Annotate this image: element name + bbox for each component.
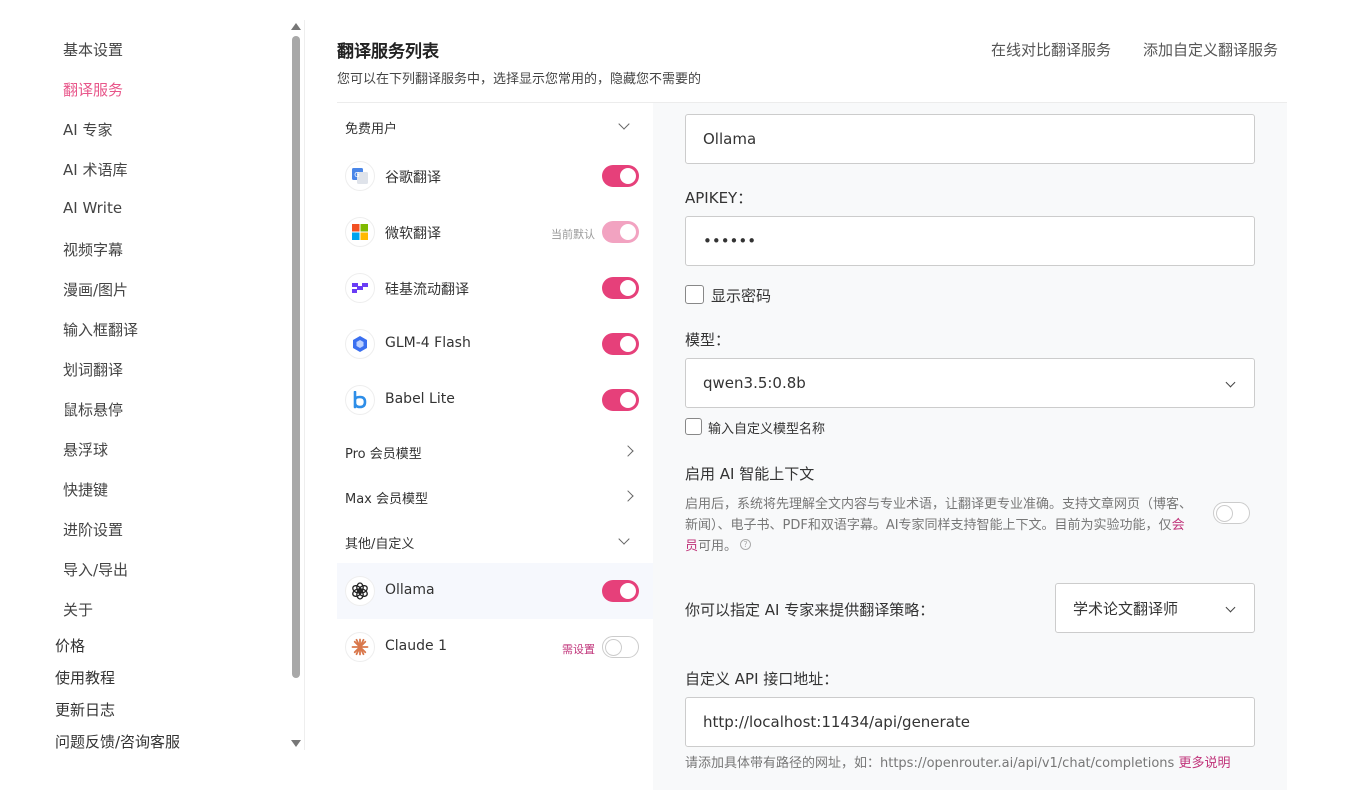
api-url-hint-text: 请添加具体带有路径的网址，如：https://openrouter.ai/api… — [685, 756, 1175, 771]
svg-text:G: G — [354, 171, 359, 179]
service-row-babel[interactable]: Babel Lite — [337, 372, 653, 428]
expert-select[interactable]: 学术论文翻译师 — [1055, 583, 1255, 633]
ai-context-title: 启用 AI 智能上下文 — [685, 465, 815, 483]
more-info-link[interactable]: 更多说明 — [1178, 756, 1230, 771]
api-url-hint: 请添加具体带有路径的网址，如：https://openrouter.ai/api… — [685, 752, 1230, 771]
chevron-right-icon[interactable] — [622, 445, 634, 457]
apikey-input[interactable]: •••••• — [685, 216, 1255, 266]
chevron-down-icon[interactable] — [618, 533, 630, 545]
service-name: Babel Lite — [385, 391, 455, 407]
sidebar-item-ai-glossary[interactable]: AI 术语库 — [63, 159, 127, 180]
sidebar-item-feedback[interactable]: 问题反馈/咨询客服 — [55, 731, 180, 752]
needs-setup-badge[interactable]: 需设置 — [562, 641, 595, 657]
babel-icon — [345, 385, 375, 415]
service-row-google[interactable]: G 谷歌翻译 — [337, 148, 653, 204]
sidebar-item-manga-images[interactable]: 漫画/图片 — [63, 279, 128, 300]
sidebar-item-translation-services[interactable]: 翻译服务 — [63, 79, 123, 100]
sidebar-item-mouse-hover[interactable]: 鼠标悬停 — [63, 399, 123, 420]
service-row-siliconflow[interactable]: 硅基流动翻译 — [337, 260, 653, 316]
sidebar-divider — [304, 20, 305, 750]
sidebar-item-pricing[interactable]: 价格 — [55, 635, 85, 656]
claude-icon — [345, 632, 375, 662]
microsoft-icon — [345, 217, 375, 247]
ai-context-text: 启用后，系统将先理解全文内容与专业术语，让翻译更专业准确。支持文章网页（博客、新… — [685, 497, 1193, 533]
service-toggle[interactable] — [602, 580, 639, 602]
sidebar-item-ai-write[interactable]: AI Write — [63, 199, 122, 217]
sidebar-item-changelog[interactable]: 更新日志 — [55, 699, 115, 720]
scrollbar-thumb[interactable] — [292, 36, 300, 678]
group-max-label[interactable]: Max 会员模型 — [345, 488, 428, 507]
ai-context-tail: 可用。 — [698, 539, 738, 554]
sidebar-item-ai-expert[interactable]: AI 专家 — [63, 119, 112, 140]
service-name-input[interactable]: Ollama — [685, 114, 1255, 164]
model-value: qwen3.5:0.8b — [703, 374, 806, 392]
service-name: Claude 1 — [385, 638, 447, 654]
api-url-input[interactable]: http://localhost:11434/api/generate — [685, 697, 1255, 747]
apikey-value: •••••• — [703, 232, 757, 250]
ollama-icon — [345, 576, 375, 606]
service-name: 微软翻译 — [385, 226, 441, 242]
sidebar-item-advanced-settings[interactable]: 进阶设置 — [63, 519, 123, 540]
default-badge: 当前默认 — [551, 228, 595, 241]
sidebar-item-selection-translation[interactable]: 划词翻译 — [63, 359, 123, 380]
group-other-label[interactable]: 其他/自定义 — [345, 533, 414, 552]
sidebar-item-video-subtitles[interactable]: 视频字幕 — [63, 239, 123, 260]
show-password-checkbox[interactable] — [685, 285, 704, 304]
apikey-label: APIKEY： — [685, 189, 753, 207]
api-url-label: 自定义 API 接口地址： — [685, 670, 839, 688]
service-toggle[interactable] — [602, 165, 639, 187]
sidebar-item-shortcuts[interactable]: 快捷键 — [63, 479, 108, 500]
ai-context-toggle[interactable] — [1213, 502, 1250, 524]
scroll-down-icon[interactable] — [291, 740, 301, 747]
ai-context-description: 启用后，系统将先理解全文内容与专业术语，让翻译更专业准确。支持文章网页（博客、新… — [685, 494, 1195, 557]
glm-icon — [345, 329, 375, 359]
service-toggle[interactable] — [602, 389, 639, 411]
api-url-value: http://localhost:11434/api/generate — [703, 713, 970, 731]
sidebar: 基本设置 翻译服务 AI 专家 AI 术语库 AI Write 视频字幕 漫画/… — [0, 0, 292, 790]
sidebar-scrollbar[interactable] — [290, 20, 302, 750]
expert-label: 你可以指定 AI 专家来提供翻译策略： — [685, 601, 935, 619]
group-free-label[interactable]: 免费用户 — [345, 118, 397, 137]
chevron-down-icon[interactable] — [618, 118, 630, 130]
service-name: Ollama — [385, 582, 435, 598]
service-name: 硅基流动翻译 — [385, 282, 469, 298]
sidebar-item-about[interactable]: 关于 — [63, 599, 93, 620]
compare-services-link[interactable]: 在线对比翻译服务 — [991, 39, 1111, 60]
show-password-label[interactable]: 显示密码 — [711, 285, 771, 306]
group-pro-label[interactable]: Pro 会员模型 — [345, 443, 422, 462]
custom-model-checkbox[interactable] — [685, 418, 702, 435]
page-title: 翻译服务列表 — [337, 42, 439, 62]
service-name-value: Ollama — [703, 130, 757, 148]
scroll-up-icon[interactable] — [291, 23, 301, 30]
siliconflow-icon — [345, 273, 375, 303]
service-row-ollama[interactable]: Ollama — [337, 563, 653, 619]
sidebar-item-basic-settings[interactable]: 基本设置 — [63, 39, 123, 60]
service-name: GLM-4 Flash — [385, 335, 471, 351]
chevron-right-icon[interactable] — [622, 490, 634, 502]
page-subtitle: 您可以在下列翻译服务中，选择显示您常用的，隐藏您不需要的 — [337, 72, 702, 87]
service-toggle[interactable] — [602, 333, 639, 355]
sidebar-item-input-translation[interactable]: 输入框翻译 — [63, 319, 138, 340]
sidebar-item-import-export[interactable]: 导入/导出 — [63, 559, 128, 580]
service-row-microsoft[interactable]: 微软翻译 当前默认 — [337, 204, 653, 260]
service-toggle[interactable] — [602, 636, 639, 658]
expert-value: 学术论文翻译师 — [1073, 599, 1179, 618]
service-row-glm[interactable]: GLM-4 Flash — [337, 316, 653, 372]
model-label: 模型： — [685, 331, 731, 349]
chevron-down-icon — [1225, 377, 1236, 388]
service-toggle[interactable] — [602, 277, 639, 299]
sidebar-item-floating-ball[interactable]: 悬浮球 — [63, 439, 108, 460]
service-toggle[interactable] — [602, 221, 639, 243]
service-row-claude[interactable]: Claude 1 需设置 — [337, 619, 653, 675]
help-icon[interactable]: ? — [740, 539, 752, 550]
custom-model-label[interactable]: 输入自定义模型名称 — [708, 418, 825, 437]
google-translate-icon: G — [345, 161, 375, 191]
sidebar-item-tutorial[interactable]: 使用教程 — [55, 667, 115, 688]
model-select[interactable]: qwen3.5:0.8b — [685, 358, 1255, 408]
add-custom-service-link[interactable]: 添加自定义翻译服务 — [1143, 39, 1278, 60]
chevron-down-icon — [1225, 602, 1236, 613]
service-name: 谷歌翻译 — [385, 170, 441, 186]
